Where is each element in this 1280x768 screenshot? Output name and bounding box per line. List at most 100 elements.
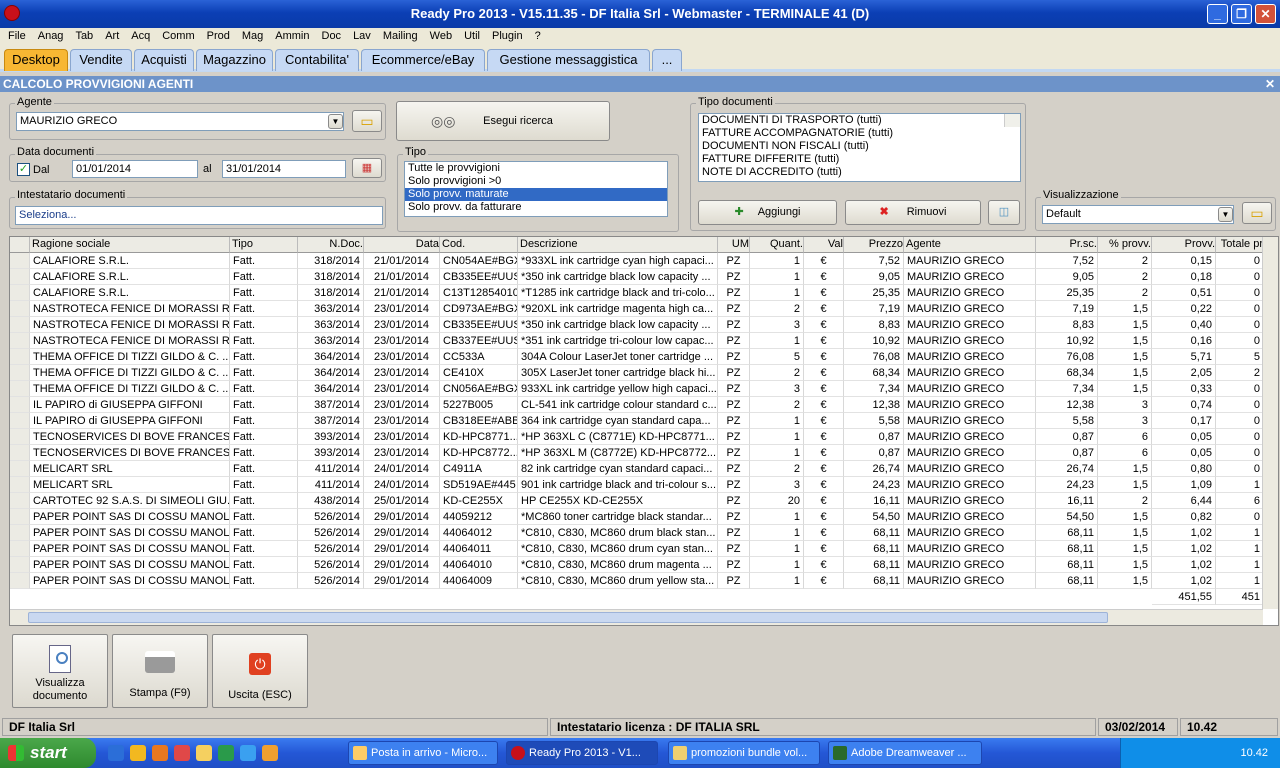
cell-cod[interactable]: C4911A bbox=[440, 461, 518, 477]
cell-val[interactable]: € bbox=[804, 253, 844, 269]
cell-val[interactable]: € bbox=[804, 317, 844, 333]
cell-ndoc[interactable]: 526/2014 bbox=[298, 509, 364, 525]
cell-cod[interactable]: CC533A bbox=[440, 349, 518, 365]
row-selector[interactable] bbox=[10, 477, 30, 493]
cell-descrizione[interactable]: 305X LaserJet toner cartridge black hi..… bbox=[518, 365, 718, 381]
cell-provv[interactable]: 0,33 bbox=[1152, 381, 1216, 397]
cell-um[interactable]: PZ bbox=[718, 509, 750, 525]
cell-cod[interactable]: C13T12854010 bbox=[440, 285, 518, 301]
cell-cod[interactable]: 44059212 bbox=[440, 509, 518, 525]
cell-ndoc[interactable]: 363/2014 bbox=[298, 317, 364, 333]
maximize-button[interactable]: ❐ bbox=[1231, 4, 1252, 24]
cell-perc-provv[interactable]: 1,5 bbox=[1098, 333, 1152, 349]
row-selector[interactable] bbox=[10, 349, 30, 365]
cell-tipo[interactable]: Fatt. bbox=[230, 445, 298, 461]
cell-ndoc[interactable]: 387/2014 bbox=[298, 397, 364, 413]
cell-prsc[interactable]: 24,23 bbox=[1036, 477, 1098, 493]
cell-cod[interactable]: CN056AE#BGX bbox=[440, 381, 518, 397]
cell-perc-provv[interactable]: 1,5 bbox=[1098, 349, 1152, 365]
cell-prsc[interactable]: 5,58 bbox=[1036, 413, 1098, 429]
cell-agente[interactable]: MAURIZIO GRECO bbox=[904, 365, 1036, 381]
cell-data[interactable]: 21/01/2014 bbox=[364, 285, 440, 301]
cell-quant[interactable]: 1 bbox=[750, 573, 804, 589]
cell-provv[interactable]: 0,16 bbox=[1152, 333, 1216, 349]
cell-descrizione[interactable]: 364 ink cartridge cyan standard capa... bbox=[518, 413, 718, 429]
quicklaunch-icon[interactable] bbox=[196, 745, 212, 761]
cell-data[interactable]: 23/01/2014 bbox=[364, 413, 440, 429]
cell-agente[interactable]: MAURIZIO GRECO bbox=[904, 317, 1036, 333]
row-selector[interactable] bbox=[10, 333, 30, 349]
app-icon[interactable] bbox=[4, 5, 20, 21]
task-folder[interactable]: promozioni bundle vol... bbox=[668, 741, 820, 765]
cell-ndoc[interactable]: 318/2014 bbox=[298, 269, 364, 285]
cell-totale[interactable]: 5 bbox=[1216, 349, 1264, 365]
cell-um[interactable]: PZ bbox=[718, 445, 750, 461]
cell-tipo[interactable]: Fatt. bbox=[230, 253, 298, 269]
cell-um[interactable]: PZ bbox=[718, 349, 750, 365]
cell-totale[interactable]: 0 bbox=[1216, 461, 1264, 477]
cell-agente[interactable]: MAURIZIO GRECO bbox=[904, 397, 1036, 413]
row-selector[interactable] bbox=[10, 397, 30, 413]
cell-data[interactable]: 25/01/2014 bbox=[364, 493, 440, 509]
tipo-documento-item[interactable]: DOCUMENTI NON FISCALI (tutti) bbox=[699, 140, 1020, 153]
cell-ragione-sociale[interactable]: THEMA OFFICE DI TIZZI GILDO & C. ... bbox=[30, 349, 230, 365]
row-selector[interactable] bbox=[10, 557, 30, 573]
task-readypro[interactable]: Ready Pro 2013 - V1... bbox=[506, 741, 658, 765]
cell-totale[interactable]: 0 bbox=[1216, 397, 1264, 413]
cell-totale[interactable]: 0 bbox=[1216, 285, 1264, 301]
cell-quant[interactable]: 20 bbox=[750, 493, 804, 509]
cell-cod[interactable]: CB337EE#UUS bbox=[440, 333, 518, 349]
cell-totale[interactable]: 0 bbox=[1216, 269, 1264, 285]
cell-cod[interactable]: CN054AE#BGX bbox=[440, 253, 518, 269]
cell-val[interactable]: € bbox=[804, 333, 844, 349]
menu-mailing[interactable]: Mailing bbox=[377, 28, 424, 46]
cell-data[interactable]: 24/01/2014 bbox=[364, 477, 440, 493]
cell-ndoc[interactable]: 393/2014 bbox=[298, 445, 364, 461]
menu-art[interactable]: Art bbox=[99, 28, 125, 46]
visualizzazione-select[interactable]: Default bbox=[1042, 205, 1234, 224]
col-tipo-header[interactable]: Tipo bbox=[230, 237, 298, 253]
cell-provv[interactable]: 0,05 bbox=[1152, 429, 1216, 445]
col-provv-header[interactable]: Provv. bbox=[1152, 237, 1216, 253]
tipo-list[interactable]: Tutte le provvigioni Solo provvigioni >0… bbox=[404, 161, 668, 217]
cell-prezzo[interactable]: 68,11 bbox=[844, 541, 904, 557]
cell-val[interactable]: € bbox=[804, 365, 844, 381]
cell-descrizione[interactable]: 901 ink cartridge black and tri-colour s… bbox=[518, 477, 718, 493]
cell-perc-provv[interactable]: 1,5 bbox=[1098, 477, 1152, 493]
cell-um[interactable]: PZ bbox=[718, 477, 750, 493]
row-selector[interactable] bbox=[10, 525, 30, 541]
cell-agente[interactable]: MAURIZIO GRECO bbox=[904, 541, 1036, 557]
cell-data[interactable]: 23/01/2014 bbox=[364, 317, 440, 333]
cell-prsc[interactable]: 7,52 bbox=[1036, 253, 1098, 269]
cell-um[interactable]: PZ bbox=[718, 573, 750, 589]
menu-plugin[interactable]: Plugin bbox=[486, 28, 529, 46]
cell-ragione-sociale[interactable]: CALAFIORE S.R.L. bbox=[30, 285, 230, 301]
cell-perc-provv[interactable]: 1,5 bbox=[1098, 541, 1152, 557]
cell-prsc[interactable]: 12,38 bbox=[1036, 397, 1098, 413]
dal-checkbox[interactable]: ✓ bbox=[17, 163, 30, 176]
cell-prsc[interactable]: 68,34 bbox=[1036, 365, 1098, 381]
cell-perc-provv[interactable]: 1,5 bbox=[1098, 317, 1152, 333]
cell-quant[interactable]: 1 bbox=[750, 285, 804, 301]
row-selector[interactable] bbox=[10, 445, 30, 461]
cell-provv[interactable]: 0,15 bbox=[1152, 253, 1216, 269]
menu-anag[interactable]: Anag bbox=[32, 28, 70, 46]
cell-cod[interactable]: KD-HPC8772... bbox=[440, 445, 518, 461]
cell-cod[interactable]: 44064011 bbox=[440, 541, 518, 557]
cell-tipo[interactable]: Fatt. bbox=[230, 461, 298, 477]
cell-agente[interactable]: MAURIZIO GRECO bbox=[904, 253, 1036, 269]
cell-provv[interactable]: 0,40 bbox=[1152, 317, 1216, 333]
cell-quant[interactable]: 1 bbox=[750, 541, 804, 557]
quicklaunch-icon[interactable] bbox=[108, 745, 124, 761]
cell-prezzo[interactable]: 68,11 bbox=[844, 557, 904, 573]
cell-quant[interactable]: 1 bbox=[750, 509, 804, 525]
menu-doc[interactable]: Doc bbox=[316, 28, 348, 46]
cell-tipo[interactable]: Fatt. bbox=[230, 493, 298, 509]
cell-prezzo[interactable]: 0,87 bbox=[844, 445, 904, 461]
menu-mag[interactable]: Mag bbox=[236, 28, 269, 46]
cell-descrizione[interactable]: *C810, C830, MC860 drum cyan stan... bbox=[518, 541, 718, 557]
cell-ragione-sociale[interactable]: PAPER POINT SAS DI COSSU MANOL... bbox=[30, 541, 230, 557]
cell-tipo[interactable]: Fatt. bbox=[230, 509, 298, 525]
cell-totale[interactable]: 0 bbox=[1216, 413, 1264, 429]
cell-prezzo[interactable]: 54,50 bbox=[844, 509, 904, 525]
